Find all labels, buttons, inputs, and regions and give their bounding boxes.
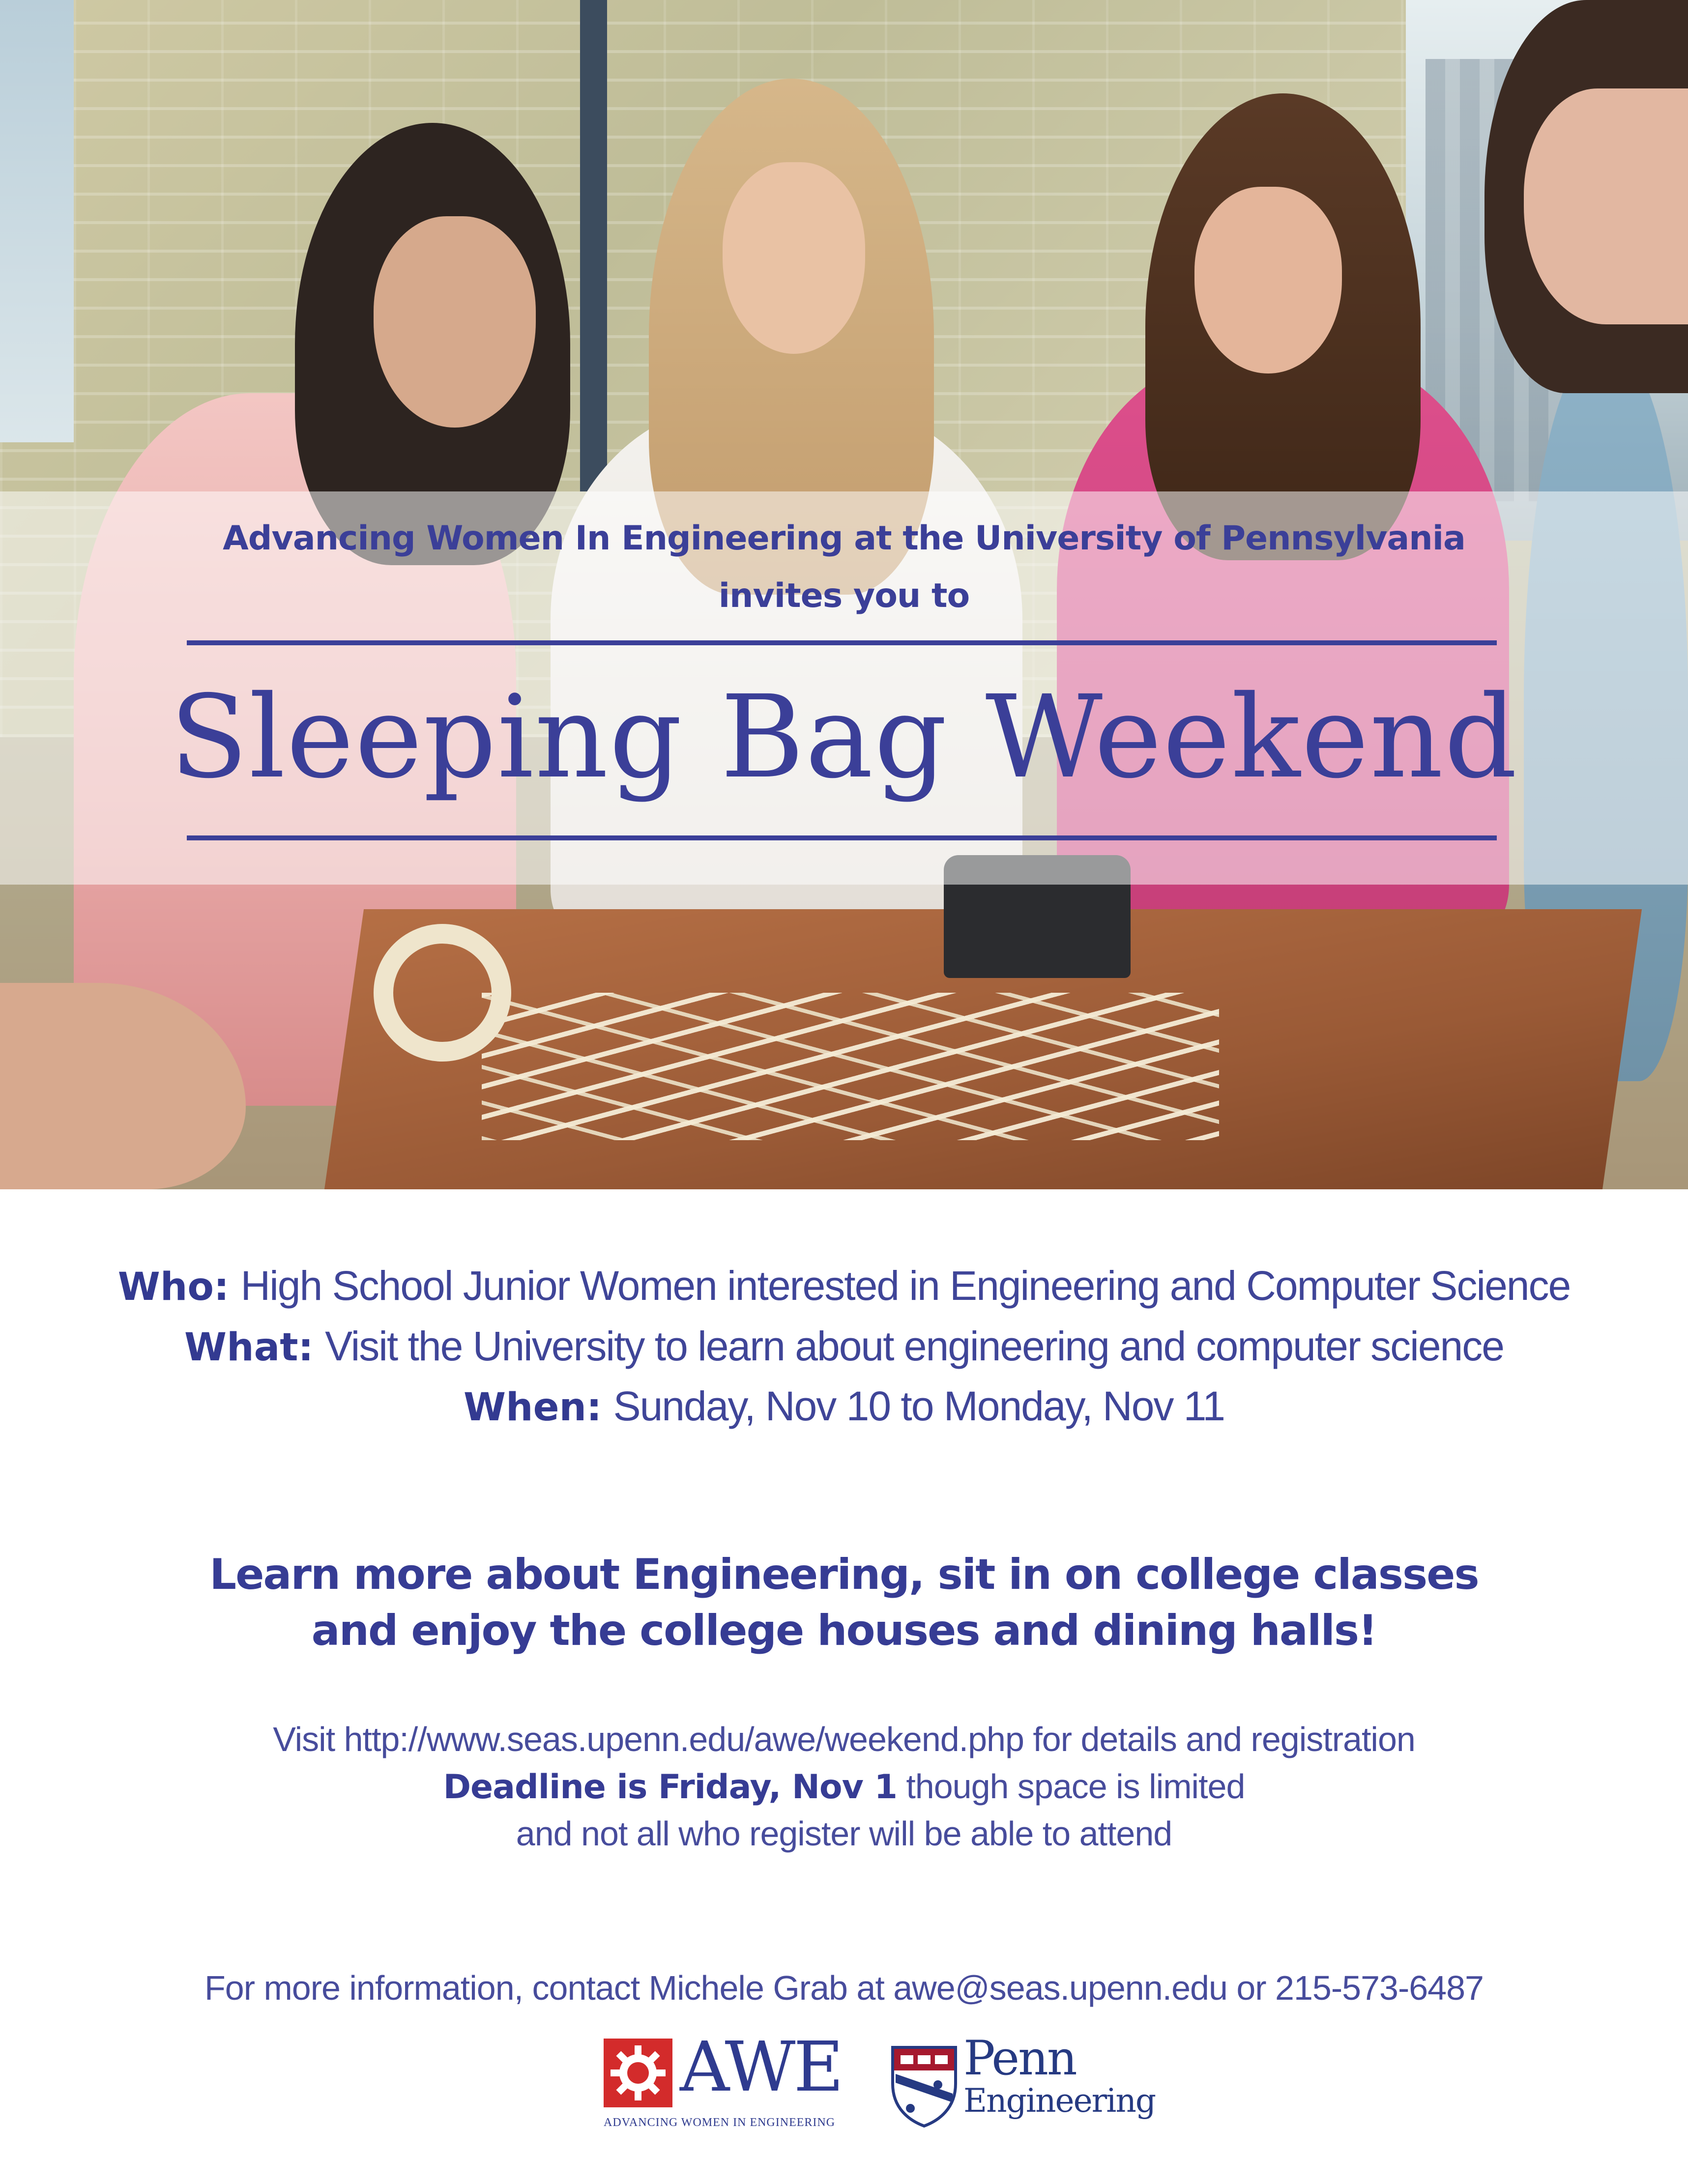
window-mullion [580,0,607,491]
invites-line: invites you to [718,576,970,615]
what-label: What: [184,1325,314,1370]
person-3-face [1194,187,1342,374]
learn-more: Learn more about Engineering, sit in on … [0,1547,1688,1659]
banner-rule-top [187,640,1497,645]
limit-line: and not all who register will be able to… [516,1814,1172,1853]
craft-sticks [482,993,1219,1140]
visit-line: Visit http://www.seas.upenn.edu/awe/week… [273,1720,1416,1758]
contact-line: For more information, contact Michele Gr… [204,1969,1484,2007]
what-row: What: Visit the University to learn abou… [0,1316,1688,1377]
deadline-rest: though space is limited [897,1767,1245,1806]
what-value: Visit the University to learn about engi… [325,1322,1505,1369]
penn-logo-engineering: Engineering [963,2082,1156,2120]
awe-logo-text: AWE [680,2027,844,2107]
tape-roll [374,924,511,1062]
learn-line-2: and enjoy the college houses and dining … [311,1606,1378,1655]
registration-info: Visit http://www.seas.upenn.edu/awe/week… [0,1716,1688,1858]
when-value: Sunday, Nov 10 to Monday, Nov 11 [613,1383,1225,1430]
who-value: High School Junior Women interested in E… [240,1263,1571,1309]
penn-engineering-logo: Penn Engineering [890,2035,1156,2138]
sponsor-line: Advancing Women In Engineering at the Un… [223,519,1466,558]
penn-logo-name: Penn [963,2031,1077,2086]
awe-logo-subtitle: ADVANCING WOMEN IN ENGINEERING [604,2116,836,2129]
who-label: Who: [117,1265,230,1309]
event-details: Who: High School Junior Women interested… [0,1256,1688,1437]
banner-rule-bottom [187,835,1497,840]
person-4-face [1524,88,1688,324]
deadline-bold: Deadline is Friday, Nov 1 [443,1767,898,1807]
when-label: When: [464,1385,602,1430]
awe-logo: AWE ADVANCING WOMEN IN ENGINEERING [604,2030,859,2137]
deadline-line: Deadline is Friday, Nov 1 though space i… [0,1763,1688,1810]
person-1-face [374,216,536,428]
who-row: Who: High School Junior Women interested… [0,1256,1688,1316]
learn-line-1: Learn more about Engineering, sit in on … [209,1550,1479,1599]
when-row: When: Sunday, Nov 10 to Monday, Nov 11 [0,1376,1688,1437]
gear-icon [604,2039,672,2107]
window-left [0,0,74,442]
penn-shield-icon [891,2046,957,2128]
event-title: Sleeping Bag Weekend [170,671,1518,804]
person-2-face [723,162,865,354]
